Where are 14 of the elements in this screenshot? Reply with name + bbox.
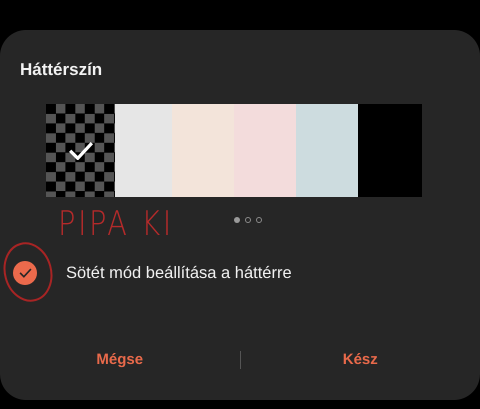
color-swatch[interactable] [115,104,172,197]
color-swatch[interactable] [296,104,358,197]
dark-mode-checkbox[interactable] [13,261,37,285]
check-icon [18,268,32,278]
dark-mode-label: Sötét mód beállítása a háttérre [66,264,292,282]
color-swatch[interactable] [234,104,296,197]
check-icon [68,140,94,160]
dialog-title: Háttérszín [20,60,104,80]
color-swatch[interactable] [358,104,422,197]
transparent-swatch[interactable] [46,104,115,197]
cancel-button[interactable]: Mégse [0,345,240,374]
color-swatch[interactable] [172,104,234,197]
done-button[interactable]: Kész [240,345,480,374]
handwritten-note: PIPA KI [58,204,174,244]
